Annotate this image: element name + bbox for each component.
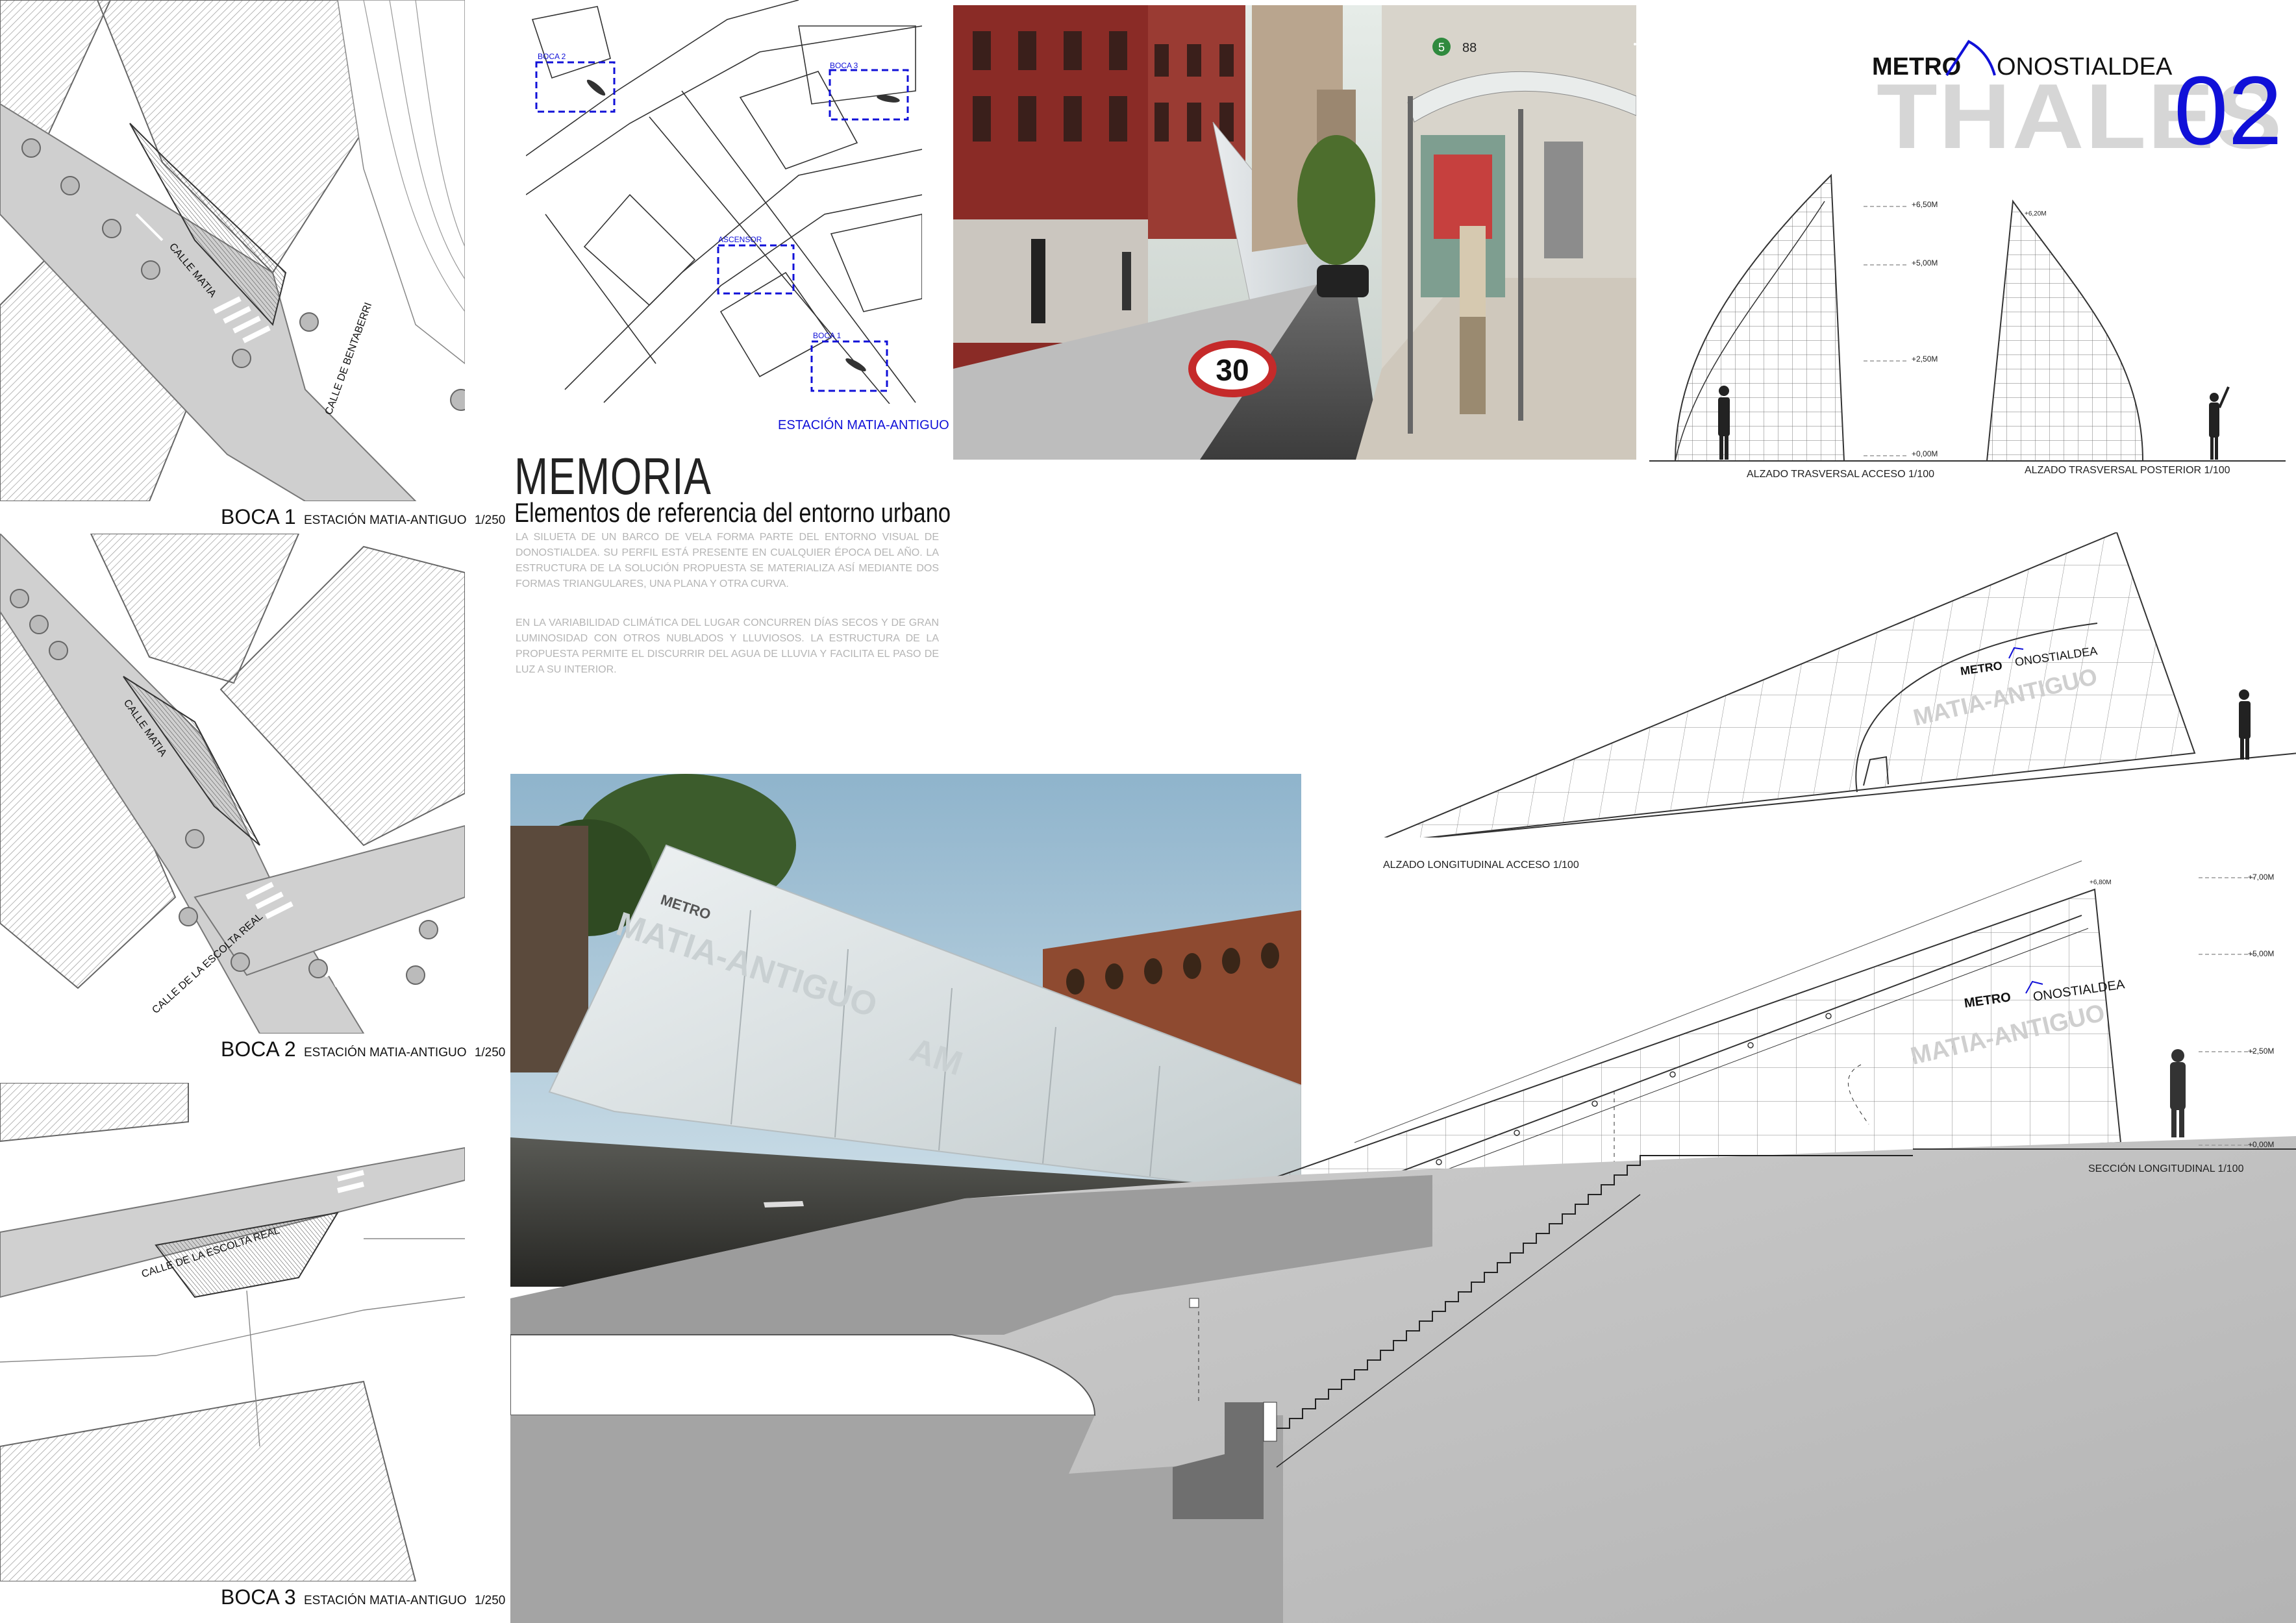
boca2-subtitle: ESTACIÓN MATIA-ANTIGUO xyxy=(303,1046,467,1059)
boca1-caption: BOCA 1 ESTACIÓN MATIA-ANTIGUO 1/250 xyxy=(221,505,505,529)
level-posterior-620: +6,20M xyxy=(2025,210,2047,217)
site-plan: BOCA 2 BOCA 3 ASCENSOR BOCA 1 xyxy=(526,0,922,404)
memoria-subtitle: Elementos de referencia del entorno urba… xyxy=(514,497,951,528)
caption-alzado-acceso: ALZADO TRASVERSAL ACCESO 1/100 xyxy=(1747,469,1935,480)
level-acceso-000: +0,00M xyxy=(1912,449,1938,458)
site-plan-caption: ESTACIÓN MATIA-ANTIGUO xyxy=(778,418,949,432)
boca3-plan: CALLE DE LA ESCOLTA REAL xyxy=(0,1083,465,1581)
longitudinal-elevation: METRO ONOSTIALDEA MATIA-ANTIGUO xyxy=(1384,532,2296,837)
boca1-title: BOCA 1 xyxy=(221,505,296,528)
boca3-subtitle: ESTACIÓN MATIA-ANTIGUO xyxy=(303,1594,467,1607)
transverse-elevations xyxy=(1649,173,2286,462)
level-seccion-250: +2,50M xyxy=(2248,1047,2275,1056)
logo-sail-icon xyxy=(1945,40,1996,77)
street-photo: 30 5 88 xyxy=(953,5,1636,460)
level-seccion-700: +7,00M xyxy=(2248,873,2275,882)
level-seccion-500: +5,00M xyxy=(2248,949,2275,958)
site-plan-drawing xyxy=(526,0,922,404)
boca1-scale: 1/250 xyxy=(474,514,506,527)
logo-donostialdea: ONOSTIALDEA xyxy=(1997,53,2173,81)
bus-line-badge: 5 xyxy=(1438,41,1445,54)
boca1-subtitle: ESTACIÓN MATIA-ANTIGUO xyxy=(303,514,467,527)
boca3-drawing: CALLE DE LA ESCOLTA REAL xyxy=(0,1083,465,1581)
boca2-scale: 1/250 xyxy=(474,1046,506,1059)
caption-seccion-longitudinal: SECCIÓN LONGITUDINAL 1/100 xyxy=(2088,1163,2244,1174)
site-label-boca2: BOCA 2 xyxy=(538,52,566,61)
level-acceso-650: +6,50M xyxy=(1912,200,1938,209)
boca2-caption: BOCA 2 ESTACIÓN MATIA-ANTIGUO 1/250 xyxy=(221,1037,505,1061)
boca3-scale: 1/250 xyxy=(474,1594,506,1607)
boca3-caption: BOCA 3 ESTACIÓN MATIA-ANTIGUO 1/250 xyxy=(221,1585,505,1609)
memoria-paragraph-1: La silueta de un barco de vela forma par… xyxy=(516,532,939,589)
longitudinal-section: METRO ONOSTIALDEA MATIA-ANTIGUO xyxy=(510,860,2296,1623)
boca1-plan: CALLE MATIA CALLE DE BENTABERRI xyxy=(0,0,465,501)
site-label-boca1: BOCA 1 xyxy=(813,331,842,340)
boca2-plan: CALLE MATIA CALLE DE LA ESCOLTA REAL xyxy=(0,534,465,1034)
street-photo-image: 30 5 88 xyxy=(953,5,1636,460)
boca2-drawing: CALLE MATIA CALLE DE LA ESCOLTA REAL xyxy=(0,534,465,1034)
level-seccion-000: +0,00M xyxy=(2248,1140,2275,1149)
level-acceso-250: +2,50M xyxy=(1912,354,1938,364)
boca1-drawing: CALLE MATIA CALLE DE BENTABERRI xyxy=(0,0,465,501)
section-top-level: +6,80M xyxy=(2090,879,2112,886)
boca3-title: BOCA 3 xyxy=(221,1585,296,1609)
site-label-ascensor: ASCENSOR xyxy=(718,235,762,244)
site-label-boca3: BOCA 3 xyxy=(830,61,858,70)
caption-alzado-posterior: ALZADO TRASVERSAL POSTERIOR 1/100 xyxy=(2025,465,2230,476)
speed-limit-text: 30 xyxy=(1216,353,1249,387)
memoria-paragraph-2: En la variabilidad climática del lugar c… xyxy=(516,617,939,675)
boca2-title: BOCA 2 xyxy=(221,1037,296,1061)
bus-number: 88 xyxy=(1462,41,1477,55)
level-acceso-500: +5,00M xyxy=(1912,258,1938,267)
